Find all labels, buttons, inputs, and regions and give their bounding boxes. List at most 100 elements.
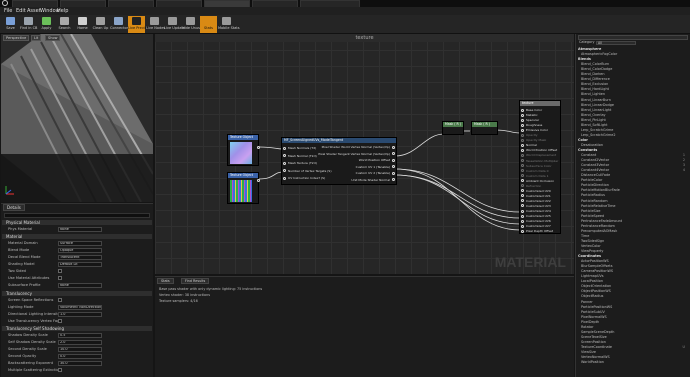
viewport-button-show[interactable]: Show [45,35,61,41]
material-graph[interactable]: texture Texture Object Texture Object MF… [155,34,574,274]
pin-circle[interactable] [392,158,395,162]
pin-circle[interactable] [521,133,524,137]
pin-circle[interactable] [521,224,524,228]
section-self_shadowing[interactable]: Translucency Self Shadowing [2,326,152,331]
material-input-pin[interactable]: Customized UV4 [521,209,551,213]
toolbar-button-live-preview[interactable]: Live Preview [128,16,150,33]
toolbar-button-apply[interactable]: Apply [38,16,55,33]
section-translucency[interactable]: Translucency [2,291,152,296]
window-tab-1[interactable] [12,0,58,7]
toolbar-button-clean-up[interactable]: Clean Up [92,16,109,33]
pin-circle[interactable] [521,128,524,132]
pin-circle[interactable] [521,174,524,178]
node-output-pin[interactable]: Custom UV 2 (Tanable) [356,171,395,175]
window-tab-6[interactable] [252,0,298,7]
pin-circle[interactable] [521,209,524,213]
material-input-pin[interactable]: Customized UV5 [521,214,551,218]
pin-circle[interactable] [521,143,524,147]
output-pin[interactable] [257,179,260,182]
node-input-pin[interactable]: Mesh Normals (T2) [283,146,316,150]
toolbar-button-save[interactable]: Save [2,16,19,33]
node-input-pin[interactable]: Number of Vertex Targets (S) [283,169,332,173]
pin-circle[interactable] [283,146,286,150]
material-input-pin[interactable]: Normal [521,143,537,147]
pin-circle[interactable] [392,178,395,181]
property-value[interactable]: 30.0 [58,361,102,366]
node-input-pin[interactable]: Mesh Texture (T2d) [283,161,317,165]
material-input-pin[interactable]: Customized UV2 [521,199,551,203]
material-input-pin[interactable]: Customized UV3 [521,204,551,208]
menu-help[interactable]: Help [57,7,68,15]
pin-circle[interactable] [521,113,524,117]
property-checkbox[interactable] [58,368,62,372]
property-value[interactable]: None [58,227,102,232]
window-tab-7[interactable] [300,0,360,7]
pin-circle[interactable] [521,164,524,168]
material-input-pin[interactable]: World Position Offset [521,148,557,152]
property-value[interactable]: Opaque [58,248,102,253]
viewport-button-lit[interactable]: Lit [31,35,42,41]
node-output-pin[interactable]: Unit Mode Shader Normal [351,178,395,182]
pin-circle[interactable] [283,176,286,180]
viewport-button-perspective[interactable]: Perspective [3,35,30,41]
material-input-pin[interactable]: Roughness [521,123,542,127]
pin-circle[interactable] [521,219,524,223]
pin-circle[interactable] [521,123,524,127]
pin-circle[interactable] [521,229,524,233]
preview-viewport[interactable]: Perspective Lit Show [1,34,153,202]
palette-item[interactable]: WorldPosition [578,360,689,365]
toolbar-button-live-nodes[interactable]: Live Nodes [146,16,165,33]
property-value[interactable]: Default Lit [58,262,102,267]
material-input-pin[interactable]: Base Color [521,108,542,112]
material-input-pin[interactable]: Subsurface Color [521,164,552,168]
property-checkbox[interactable] [58,276,62,280]
node-output-pin[interactable]: World Position Offset [359,158,395,162]
node-input-pin[interactable]: UV Instruction Index? (S) [283,176,325,180]
pin-circle[interactable] [521,148,524,152]
material-input-pin[interactable]: Customized UV0 [521,189,551,193]
material-input-pin[interactable]: Refraction [521,184,541,188]
node-output-pin[interactable]: Pixel Shader Tangent Vertex Normal (Vert… [318,152,395,156]
toolbar-button-hide-unused[interactable]: Hide Unused [182,16,204,33]
material-input-pin[interactable]: Custom Data 0 [521,169,548,173]
property-value[interactable]: Volumetric NonDirectional [58,305,102,310]
material-input-pin[interactable]: Customized UV1 [521,194,551,198]
pin-circle[interactable] [521,204,524,208]
palette-category-select[interactable]: All [596,41,636,45]
material-input-pin[interactable]: Specular [521,118,539,122]
node-output-pin[interactable]: Pixel Shader World Vertex Normal (Vertex… [322,145,395,149]
window-tab-active[interactable] [204,0,250,7]
section-material[interactable]: Material [2,234,152,239]
pin-circle[interactable] [392,152,395,155]
material-input-pin[interactable]: Ambient Occlusion [521,179,554,183]
material-input-pin[interactable]: Pixel Depth Offset [521,229,553,233]
pin-circle[interactable] [521,108,524,112]
property-value[interactable]: 10.0 [58,347,102,352]
section-physical[interactable]: Physical Material [2,220,152,225]
property-checkbox[interactable] [58,298,62,302]
window-tab-4[interactable] [156,0,202,7]
pin-circle[interactable] [521,184,524,188]
node-texture-object-2[interactable]: Texture Object [227,172,260,204]
node-output-pin[interactable]: Custom UV 1 (Tanable) [356,165,395,169]
toolbar-button-stats[interactable]: Stats [200,16,217,33]
node-mask-1[interactable]: Mask ( R ) [442,121,464,135]
material-input-pin[interactable]: Opacity Mask [521,138,546,142]
tab-details[interactable]: Details [3,204,25,211]
property-value[interactable]: 1.0 [58,312,102,317]
node-material-result[interactable]: texture Base Color Metallic Specular Roughn… [519,100,561,234]
pin-circle[interactable] [283,154,286,157]
pin-circle[interactable] [283,169,286,172]
node-function-screen-aligned-uvs[interactable]: MF_ScreenAlignedUVs_ModelTangent Mesh No… [281,137,397,185]
details-search-input[interactable] [4,213,150,218]
pin-circle[interactable] [521,189,524,193]
node-input-pin[interactable]: Mesh Normal (T2d) [283,154,317,158]
toolbar-button-connectors[interactable]: Connectors [110,16,130,33]
tab-find-results[interactable]: Find Results [181,278,210,284]
material-input-pin[interactable]: World Displacement [521,153,556,157]
pin-circle[interactable] [392,171,395,175]
toolbar-button-search[interactable]: Search [56,16,73,33]
menu-edit[interactable]: Edit [16,7,26,15]
window-tab-2[interactable] [60,0,106,7]
window-tab-3[interactable] [108,0,154,7]
